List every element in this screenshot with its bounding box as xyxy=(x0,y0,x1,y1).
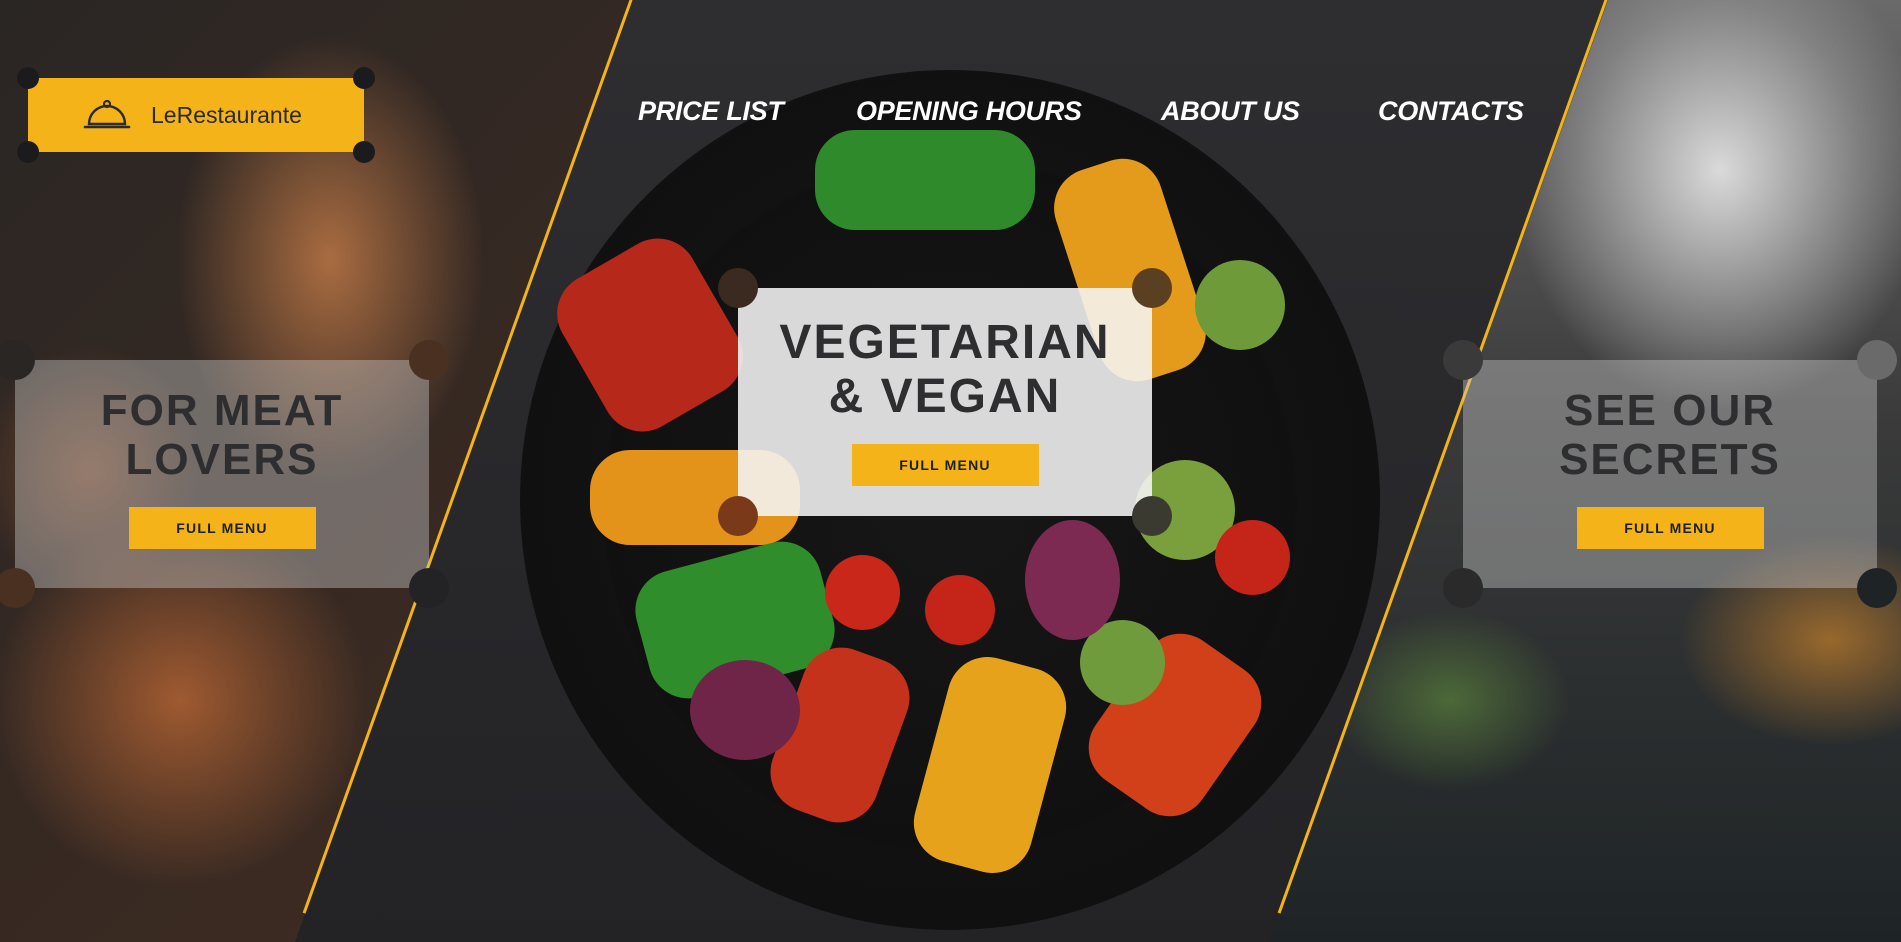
nav-about-us[interactable]: ABOUT US xyxy=(1161,96,1300,127)
meat-full-menu-button[interactable]: FULL MENU xyxy=(128,506,316,549)
nav-price-list[interactable]: PRICE LIST xyxy=(638,96,784,127)
meat-title-line-2: LOVERS xyxy=(125,435,319,485)
meat-lovers-title: FOR MEAT LOVERS xyxy=(101,386,344,485)
tomato-image xyxy=(1215,520,1290,595)
main-nav: PRICE LIST OPENING HOURS ABOUT US CONTAC… xyxy=(0,96,1901,140)
meat-lovers-card: FOR MEAT LOVERS FULL MENU xyxy=(0,340,449,608)
green-pepper-image xyxy=(815,130,1035,230)
hero-stage: LeRestaurante PRICE LIST OPENING HOURS A… xyxy=(0,0,1901,942)
secrets-title-line-1: SEE OUR xyxy=(1563,386,1777,435)
red-onion-image xyxy=(1025,520,1120,640)
veg-title-line-1: VEGETARIAN xyxy=(779,316,1111,369)
vegetarian-vegan-title: VEGETARIAN & VEGAN xyxy=(779,316,1110,424)
see-our-secrets-title: SEE OUR SECRETS xyxy=(1559,386,1781,485)
nav-contacts[interactable]: CONTACTS xyxy=(1378,96,1524,127)
secrets-full-menu-button[interactable]: FULL MENU xyxy=(1576,506,1764,549)
nav-opening-hours[interactable]: OPENING HOURS xyxy=(856,96,1082,127)
veg-title-line-2: & VEGAN xyxy=(828,369,1062,423)
meat-title-line-1: FOR MEAT xyxy=(100,386,344,435)
vegetarian-full-menu-button[interactable]: FULL MENU xyxy=(851,443,1039,486)
zucchini-image xyxy=(1195,260,1285,350)
tomato-3-image xyxy=(925,575,995,645)
see-our-secrets-card: SEE OUR SECRETS FULL MENU xyxy=(1443,340,1897,608)
red-onion-2-image xyxy=(690,660,800,760)
vegetarian-vegan-card: VEGETARIAN & VEGAN FULL MENU xyxy=(718,268,1172,536)
secrets-title-line-2: SECRETS xyxy=(1559,435,1781,485)
tomato-2-image xyxy=(825,555,900,630)
